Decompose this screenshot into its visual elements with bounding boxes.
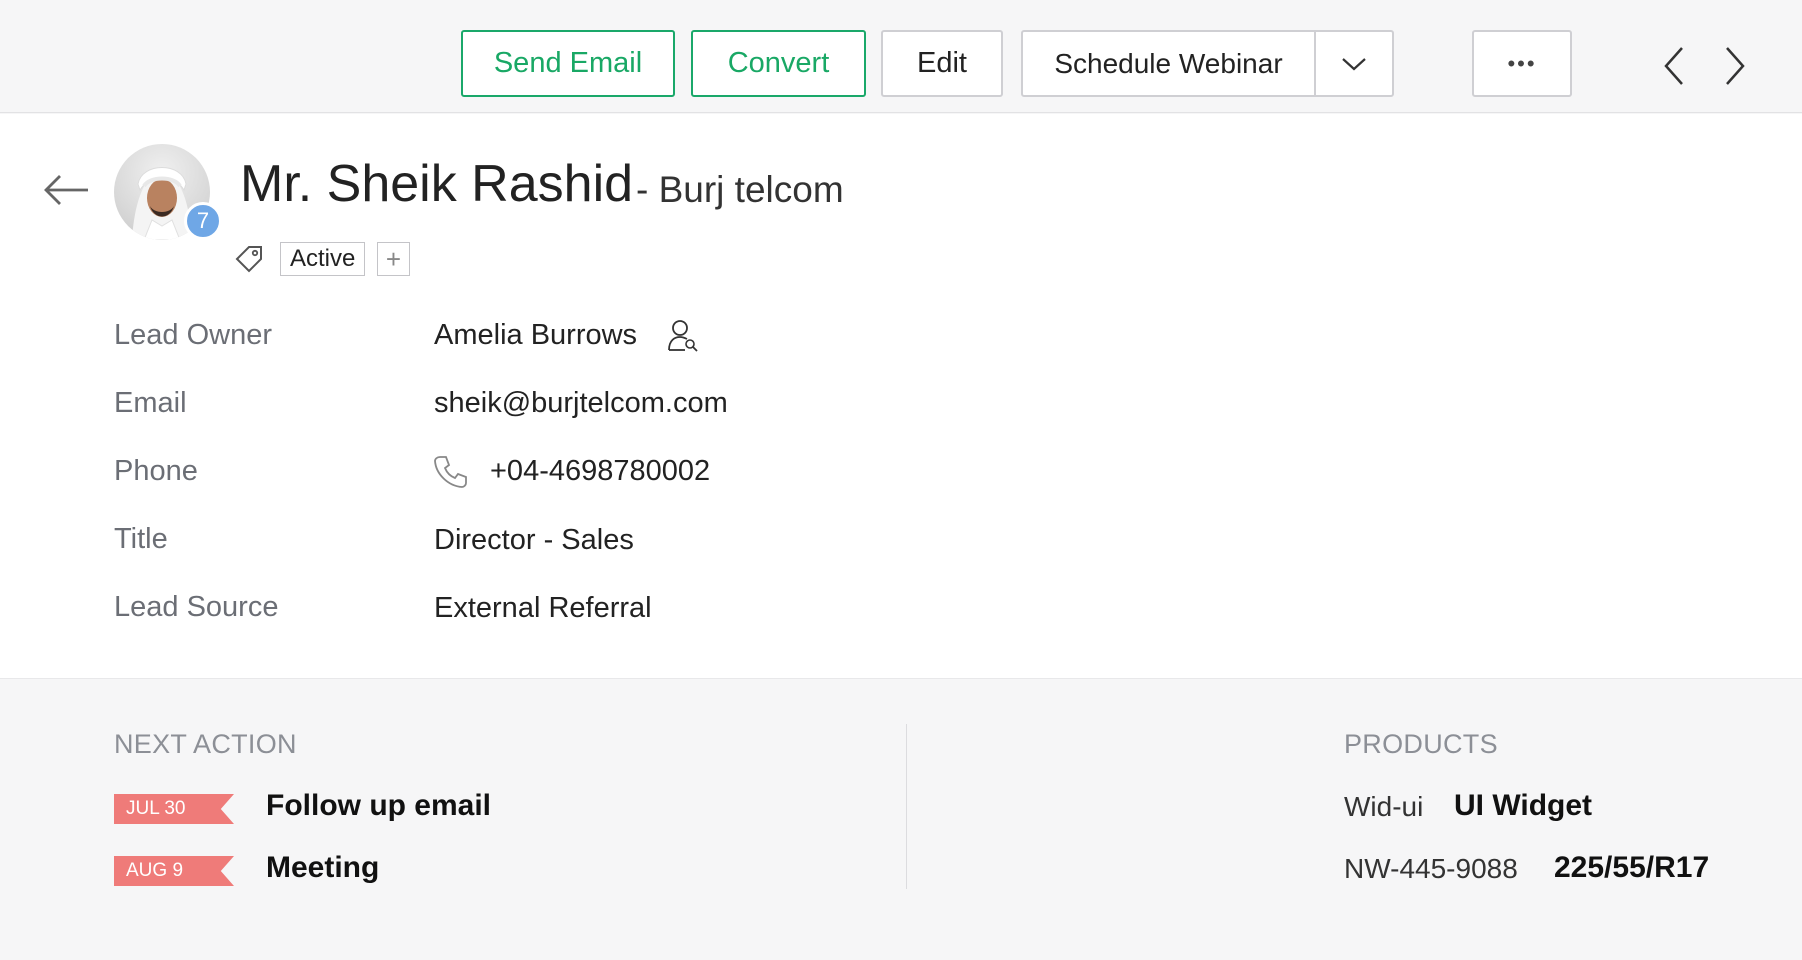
tag-icon	[234, 244, 264, 279]
field-label-lead-source: Lead Source	[114, 591, 279, 623]
lead-name: Mr. Sheik Rashid	[240, 155, 634, 213]
send-email-button[interactable]: Send Email	[461, 30, 675, 97]
toolbar: Send Email Convert Edit Schedule Webinar…	[0, 0, 1802, 113]
field-value-title: Director - Sales	[434, 524, 634, 556]
previous-record-button[interactable]	[1654, 44, 1694, 88]
product-name[interactable]: UI Widget	[1454, 789, 1592, 823]
field-value-email[interactable]: sheik@burjtelcom.com	[434, 387, 728, 420]
summary-section: NEXT ACTION JUL 30 Follow up email AUG 9…	[0, 678, 1802, 960]
product-code: NW-445-9088	[1344, 853, 1518, 884]
next-action-date: JUL 30	[114, 794, 234, 824]
next-record-button[interactable]	[1715, 44, 1755, 88]
section-divider	[906, 724, 907, 889]
owner-icon[interactable]	[667, 318, 699, 352]
tag-chip-active[interactable]: Active	[280, 242, 366, 276]
field-value-phone: +04-4698780002	[434, 454, 710, 488]
next-action-title: NEXT ACTION	[114, 729, 297, 759]
field-label-lead-owner: Lead Owner	[114, 319, 272, 351]
add-tag-button[interactable]: +	[377, 242, 410, 276]
edit-button[interactable]: Edit	[881, 30, 1003, 97]
chevron-right-icon	[1726, 47, 1745, 85]
next-action-item[interactable]: Follow up email	[266, 789, 491, 823]
products-title: PRODUCTS	[1344, 729, 1498, 759]
field-label-phone: Phone	[114, 455, 198, 487]
product-code: Wid-ui	[1344, 791, 1424, 822]
record-detail: 7 Mr. Sheik Rashid - Burj telcom Active …	[0, 114, 1802, 678]
field-value-lead-source: External Referral	[434, 592, 652, 624]
field-value-lead-owner: Amelia Burrows	[434, 318, 699, 352]
next-action-date: AUG 9	[114, 856, 234, 886]
field-label-email: Email	[114, 387, 187, 419]
convert-button[interactable]: Convert	[691, 30, 866, 97]
schedule-webinar-dropdown[interactable]	[1314, 32, 1392, 95]
chevron-down-icon	[1342, 57, 1366, 70]
schedule-webinar-split-button: Schedule Webinar	[1021, 30, 1394, 97]
phone-icon[interactable]	[434, 454, 468, 488]
notification-badge: 7	[184, 202, 222, 240]
next-action-item[interactable]: Meeting	[266, 851, 379, 885]
more-actions-button[interactable]: •••	[1472, 30, 1572, 97]
back-button[interactable]	[42, 174, 92, 211]
lead-company[interactable]: - Burj telcom	[636, 169, 844, 211]
back-arrow-icon	[44, 175, 88, 205]
schedule-webinar-button[interactable]: Schedule Webinar	[1023, 32, 1314, 95]
phone-number[interactable]: +04-4698780002	[490, 455, 710, 488]
product-name[interactable]: 225/55/R17	[1554, 851, 1709, 885]
chevron-left-icon	[1664, 47, 1683, 85]
lead-owner-name[interactable]: Amelia Burrows	[434, 319, 637, 352]
field-label-title: Title	[114, 523, 168, 555]
